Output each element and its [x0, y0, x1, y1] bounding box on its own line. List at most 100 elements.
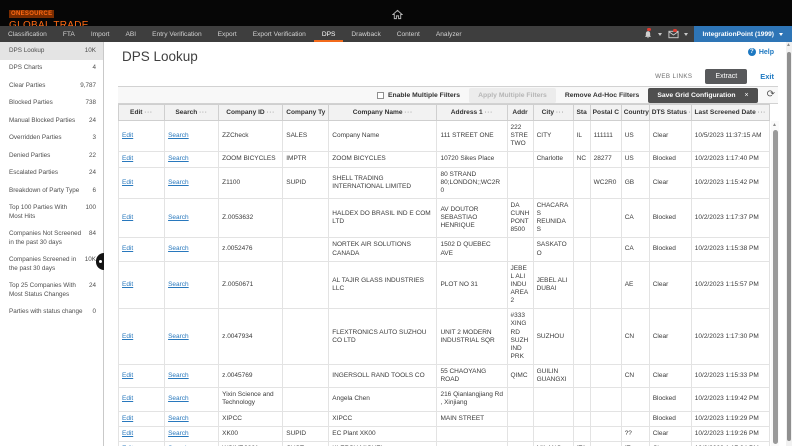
- edit-cell: Edit: [119, 441, 165, 446]
- edit-link[interactable]: Edit: [122, 179, 133, 186]
- column-menu-dots-icon[interactable]: ···: [485, 110, 494, 116]
- enable-multiple-filters-group[interactable]: Enable Multiple Filters: [377, 92, 460, 99]
- refresh-icon[interactable]: ⟳: [767, 90, 775, 100]
- column-menu-dots-icon[interactable]: ···: [556, 110, 565, 116]
- search-link[interactable]: Search: [168, 245, 189, 252]
- account-button[interactable]: IntegrationPoint (1999): [694, 26, 792, 42]
- column-header-last-screened-date[interactable]: Last Screened Date···: [691, 105, 769, 121]
- help-link[interactable]: ? Help: [748, 48, 774, 56]
- grid-scrollbar[interactable]: ▲: [771, 121, 779, 446]
- menu-tab-import[interactable]: Import: [83, 26, 118, 42]
- notifications-bell-icon[interactable]: [643, 29, 653, 40]
- search-link[interactable]: Search: [168, 395, 189, 402]
- sidebar-item-clear-parties[interactable]: Clear Parties9,787: [0, 77, 103, 95]
- postal-cell: [590, 198, 621, 238]
- edit-link[interactable]: Edit: [122, 415, 133, 422]
- exit-link[interactable]: Exit: [760, 72, 774, 81]
- sidebar-item-escalated-parties[interactable]: Escalated Parties24: [0, 165, 103, 183]
- sidebar-item-denied-parties[interactable]: Denied Parties22: [0, 147, 103, 165]
- search-link[interactable]: Search: [168, 281, 189, 288]
- apply-multiple-filters-button[interactable]: Apply Multiple Filters: [469, 88, 556, 103]
- sidebar-item-top-100-parties-with-most-hits[interactable]: Top 100 Parties With Most Hits100: [0, 200, 103, 226]
- column-header-company-id[interactable]: Company ID···: [219, 105, 283, 121]
- edit-link[interactable]: Edit: [122, 333, 133, 340]
- edit-link[interactable]: Edit: [122, 372, 133, 379]
- column-header-country[interactable]: Country···: [621, 105, 649, 121]
- sidebar-item-count: 100: [85, 204, 96, 213]
- sidebar-item-label: Manual Blocked Parties: [9, 117, 75, 126]
- menu-tab-fta[interactable]: FTA: [55, 26, 83, 42]
- column-menu-dots-icon[interactable]: ···: [758, 110, 767, 116]
- column-header-postal-c[interactable]: Postal C: [590, 105, 621, 121]
- home-icon[interactable]: [392, 7, 403, 25]
- search-link[interactable]: Search: [168, 415, 189, 422]
- sidebar-item-breakdown-of-party-type[interactable]: Breakdown of Party Type6: [0, 182, 103, 200]
- remove-adhoc-filters-button[interactable]: Remove Ad-Hoc Filters: [565, 92, 640, 99]
- column-menu-dots-icon[interactable]: ···: [145, 110, 154, 116]
- edit-link[interactable]: Edit: [122, 214, 133, 221]
- search-link[interactable]: Search: [168, 430, 189, 437]
- bell-caret-icon[interactable]: [658, 33, 662, 36]
- edit-link[interactable]: Edit: [122, 281, 133, 288]
- country-cell: CN: [621, 365, 649, 388]
- web-links-link[interactable]: WEB LINKS: [655, 73, 692, 80]
- column-header-city[interactable]: City···: [533, 105, 573, 121]
- grid-scroll-up-icon[interactable]: ▲: [772, 122, 777, 128]
- menu-tab-entry-verification[interactable]: Entry Verification: [144, 26, 209, 42]
- postal-cell: [590, 411, 621, 426]
- save-grid-configuration-button[interactable]: Save Grid Configuration ×: [648, 88, 757, 103]
- column-menu-dots-icon[interactable]: ···: [199, 110, 208, 116]
- sidebar-item-label: Clear Parties: [9, 82, 45, 91]
- page-scroll-up-icon[interactable]: ▲: [786, 42, 791, 48]
- sidebar-collapse-handle[interactable]: [96, 253, 104, 270]
- search-link[interactable]: Search: [168, 333, 189, 340]
- menu-tab-content[interactable]: Content: [389, 26, 428, 42]
- sidebar-item-overridden-parties[interactable]: Overridden Parties3: [0, 130, 103, 148]
- column-header-edit[interactable]: Edit···: [119, 105, 165, 121]
- menu-tab-export-verification[interactable]: Export Verification: [245, 26, 314, 42]
- messages-mail-icon[interactable]: [668, 30, 679, 39]
- sidebar-item-companies-not-screened-in-the-past-30-days[interactable]: Companies Not Screened in the past 30 da…: [0, 226, 103, 252]
- enable-multiple-filters-checkbox[interactable]: [377, 92, 384, 99]
- search-link[interactable]: Search: [168, 179, 189, 186]
- column-header-addr[interactable]: Addr: [507, 105, 533, 121]
- mail-caret-icon[interactable]: [684, 33, 688, 36]
- sidebar-item-dps-lookup[interactable]: DPS Lookup10K: [0, 42, 103, 60]
- sidebar-item-blocked-parties[interactable]: Blocked Parties738: [0, 95, 103, 113]
- menu-tab-abi[interactable]: ABI: [118, 26, 145, 42]
- search-link[interactable]: Search: [168, 372, 189, 379]
- menu-tab-classification[interactable]: Classification: [0, 26, 55, 42]
- edit-link[interactable]: Edit: [122, 132, 133, 139]
- grid-scrollbar-thumb[interactable]: [773, 130, 778, 444]
- menu-tab-analyzer[interactable]: Analyzer: [428, 26, 470, 42]
- extract-button[interactable]: Extract: [705, 69, 747, 84]
- help-icon: ?: [748, 48, 756, 56]
- sidebar-item-top-25-companies-with-most-status-changes[interactable]: Top 25 Companies With Most Status Change…: [0, 278, 103, 304]
- column-menu-dots-icon[interactable]: ···: [267, 110, 276, 116]
- sidebar-item-parties-with-status-change[interactable]: Parties with status change0: [0, 304, 103, 322]
- sidebar-item-dps-charts[interactable]: DPS Charts4: [0, 60, 103, 78]
- column-header-address-1[interactable]: Address 1···: [437, 105, 507, 121]
- edit-link[interactable]: Edit: [122, 430, 133, 437]
- search-link[interactable]: Search: [168, 132, 189, 139]
- search-link[interactable]: Search: [168, 214, 189, 221]
- sidebar-item-manual-blocked-parties[interactable]: Manual Blocked Parties24: [0, 112, 103, 130]
- column-header-search[interactable]: Search···: [165, 105, 219, 121]
- message-badge: [673, 29, 677, 33]
- menu-tab-dps[interactable]: DPS: [314, 26, 344, 42]
- close-icon[interactable]: ×: [745, 92, 749, 99]
- menu-tab-drawback[interactable]: Drawback: [343, 26, 388, 42]
- edit-link[interactable]: Edit: [122, 395, 133, 402]
- page-scrollbar[interactable]: ▲: [786, 42, 792, 446]
- page-scrollbar-thumb[interactable]: [787, 52, 791, 441]
- column-header-dts-status[interactable]: DTS Status···: [649, 105, 691, 121]
- menu-tab-export[interactable]: Export: [210, 26, 245, 42]
- column-header-sta[interactable]: Sta: [573, 105, 590, 121]
- edit-link[interactable]: Edit: [122, 245, 133, 252]
- search-link[interactable]: Search: [168, 155, 189, 162]
- edit-link[interactable]: Edit: [122, 155, 133, 162]
- sidebar-item-companies-screened-in-the-past-30-days[interactable]: Companies Screened in the past 30 days10…: [0, 252, 103, 278]
- column-header-company-ty[interactable]: Company Ty: [283, 105, 329, 121]
- column-menu-dots-icon[interactable]: ···: [405, 110, 414, 116]
- column-header-company-name[interactable]: Company Name···: [329, 105, 437, 121]
